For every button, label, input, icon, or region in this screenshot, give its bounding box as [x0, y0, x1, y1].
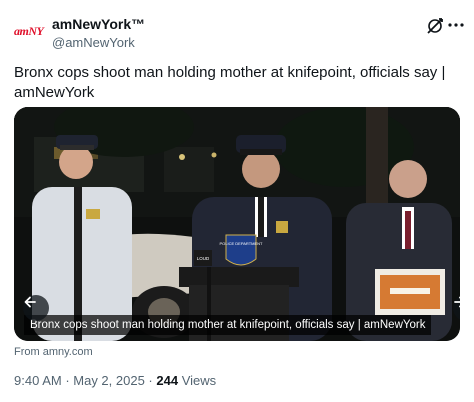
meta-separator: ·	[61, 373, 74, 388]
arrow-left-icon	[24, 296, 36, 308]
press-conference-photo: POLICE DEPARTMENT LOUD	[14, 107, 460, 341]
podium-label: POLICE DEPARTMENT	[220, 241, 264, 246]
tweet-meta: 9:40 AM · May 2, 2025 · 244 Views	[14, 373, 216, 388]
amny-logo: amNY	[14, 23, 44, 38]
tweet-time[interactable]: 9:40 AM	[14, 373, 62, 388]
grok-icon[interactable]	[426, 17, 444, 35]
views-label: Views	[178, 373, 217, 388]
author-name[interactable]: amNewYork™	[52, 16, 145, 32]
mic-flag: LOUD	[197, 256, 210, 261]
arrow-right-icon	[454, 296, 460, 308]
card-title-overlay: Bronx cops shoot man holding mother at k…	[24, 315, 432, 335]
link-source[interactable]: From amny.com	[14, 346, 93, 358]
more-icon[interactable]	[448, 22, 464, 28]
link-card-image[interactable]: POLICE DEPARTMENT LOUD Bronx cops shoot …	[14, 107, 460, 341]
views-count: 244	[156, 373, 179, 388]
meta-separator: ·	[144, 373, 157, 388]
author-handle[interactable]: @amNewYork	[52, 35, 135, 50]
previous-button[interactable]	[23, 295, 49, 321]
avatar[interactable]: amNY	[14, 24, 44, 38]
tweet-date[interactable]: May 2, 2025	[73, 373, 145, 388]
tweet-text: Bronx cops shoot man holding mother at k…	[14, 64, 446, 101]
